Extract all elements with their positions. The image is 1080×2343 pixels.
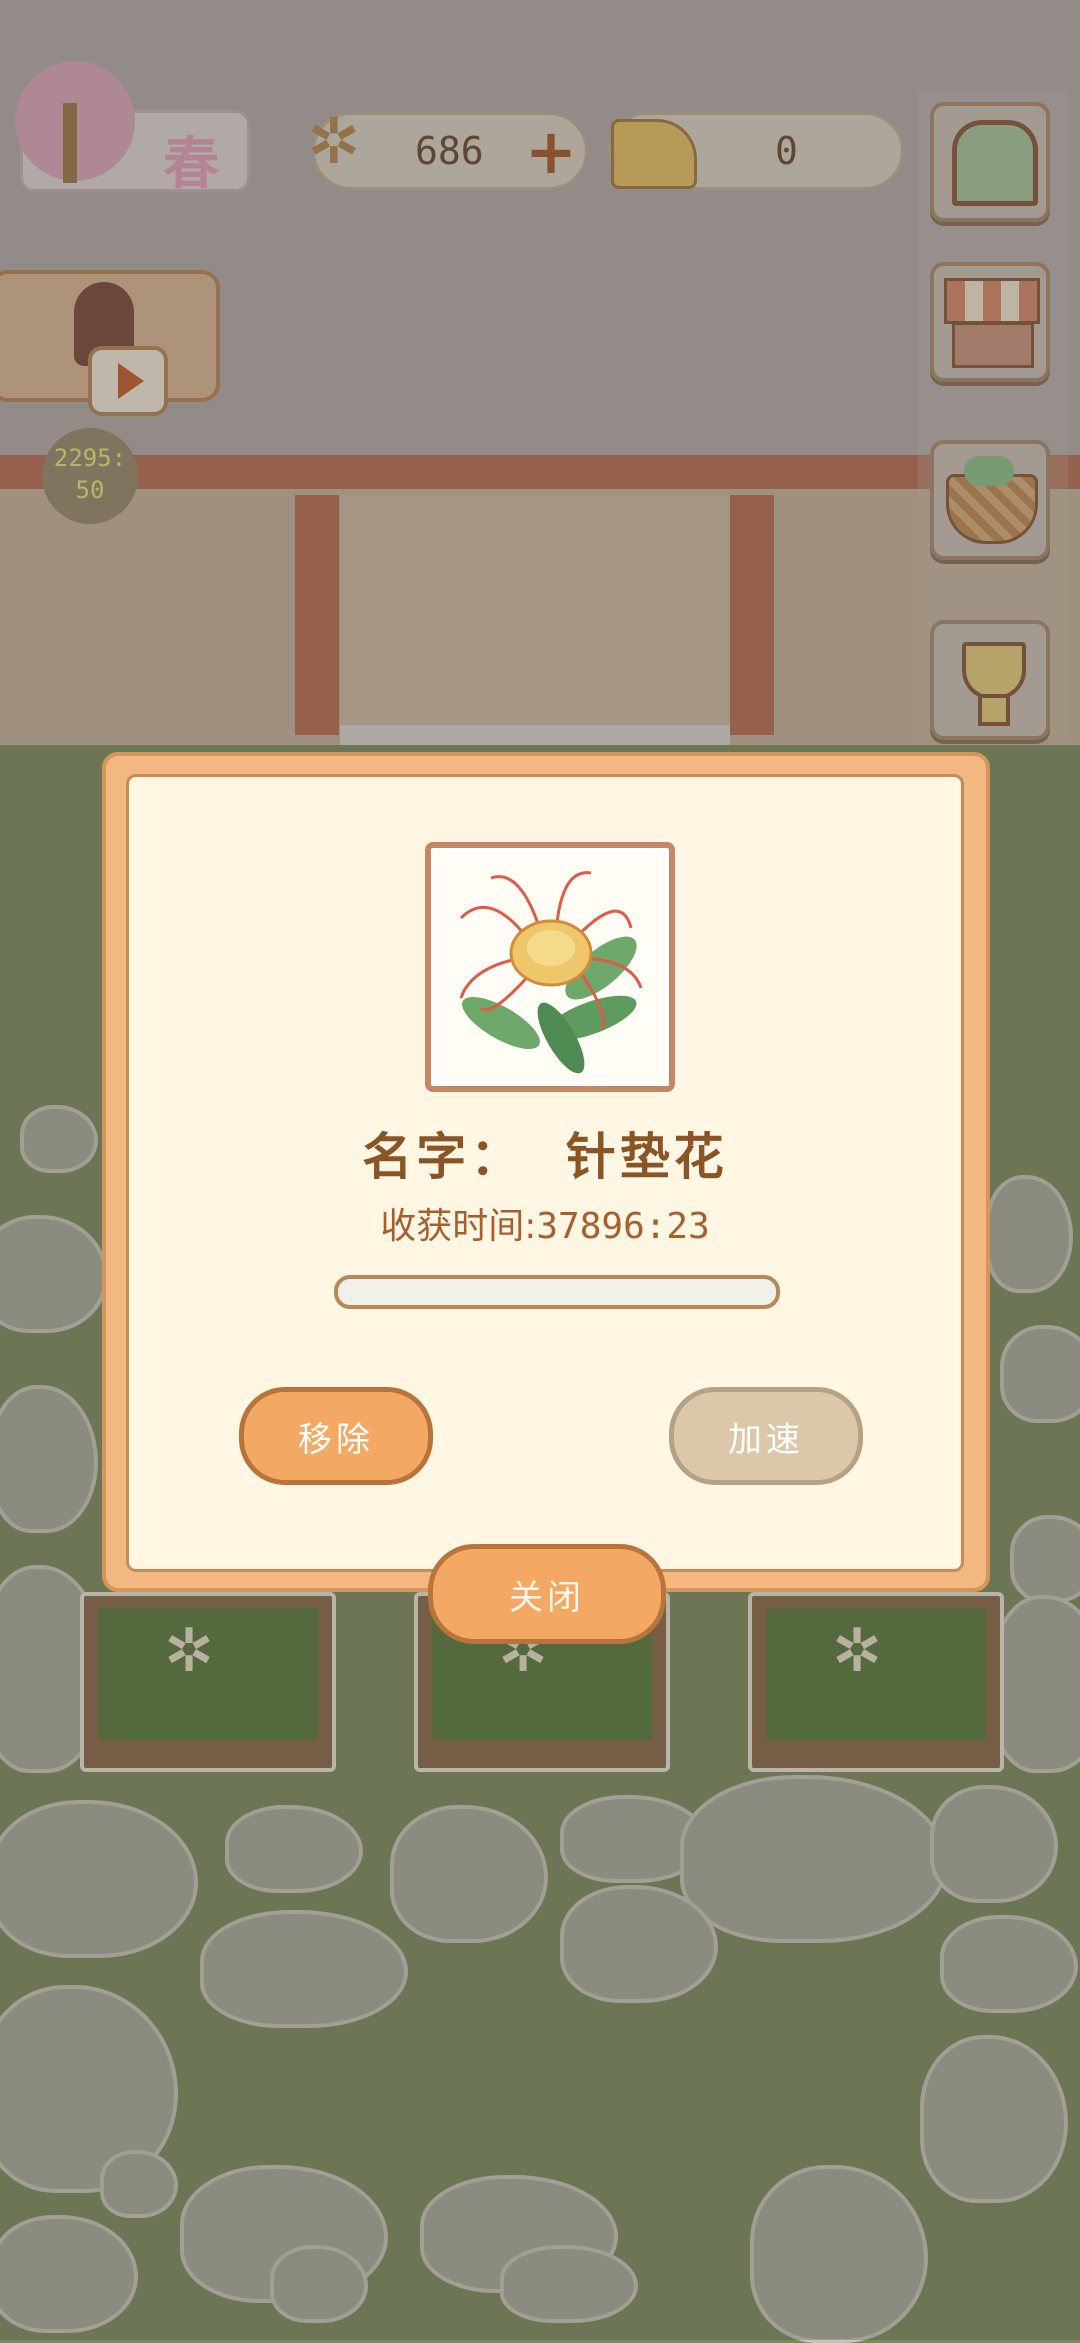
harvest-time-label: 收获时间: (380, 1206, 537, 1247)
harvest-time-value: 37896:23 (536, 1206, 710, 1247)
close-button[interactable]: 关闭 (428, 1544, 666, 1644)
plant-info-dialog: 名字： 针垫花 收获时间:37896:23 移除 加速 (102, 752, 990, 1592)
dialog-panel: 名字： 针垫花 收获时间:37896:23 移除 加速 (126, 774, 964, 1572)
plant-image-frame (425, 842, 675, 1092)
remove-button[interactable]: 移除 (239, 1387, 433, 1485)
pincushion-flower-icon (459, 871, 643, 1074)
speed-up-button[interactable]: 加速 (669, 1387, 863, 1485)
name-label: 名字： (362, 1128, 525, 1186)
plant-name: 针垫花 (565, 1128, 728, 1186)
growth-progress-bar (334, 1275, 780, 1309)
plant-name-row: 名字： 针垫花 (129, 1117, 961, 1189)
harvest-time-row: 收获时间:37896:23 (129, 1197, 961, 1249)
